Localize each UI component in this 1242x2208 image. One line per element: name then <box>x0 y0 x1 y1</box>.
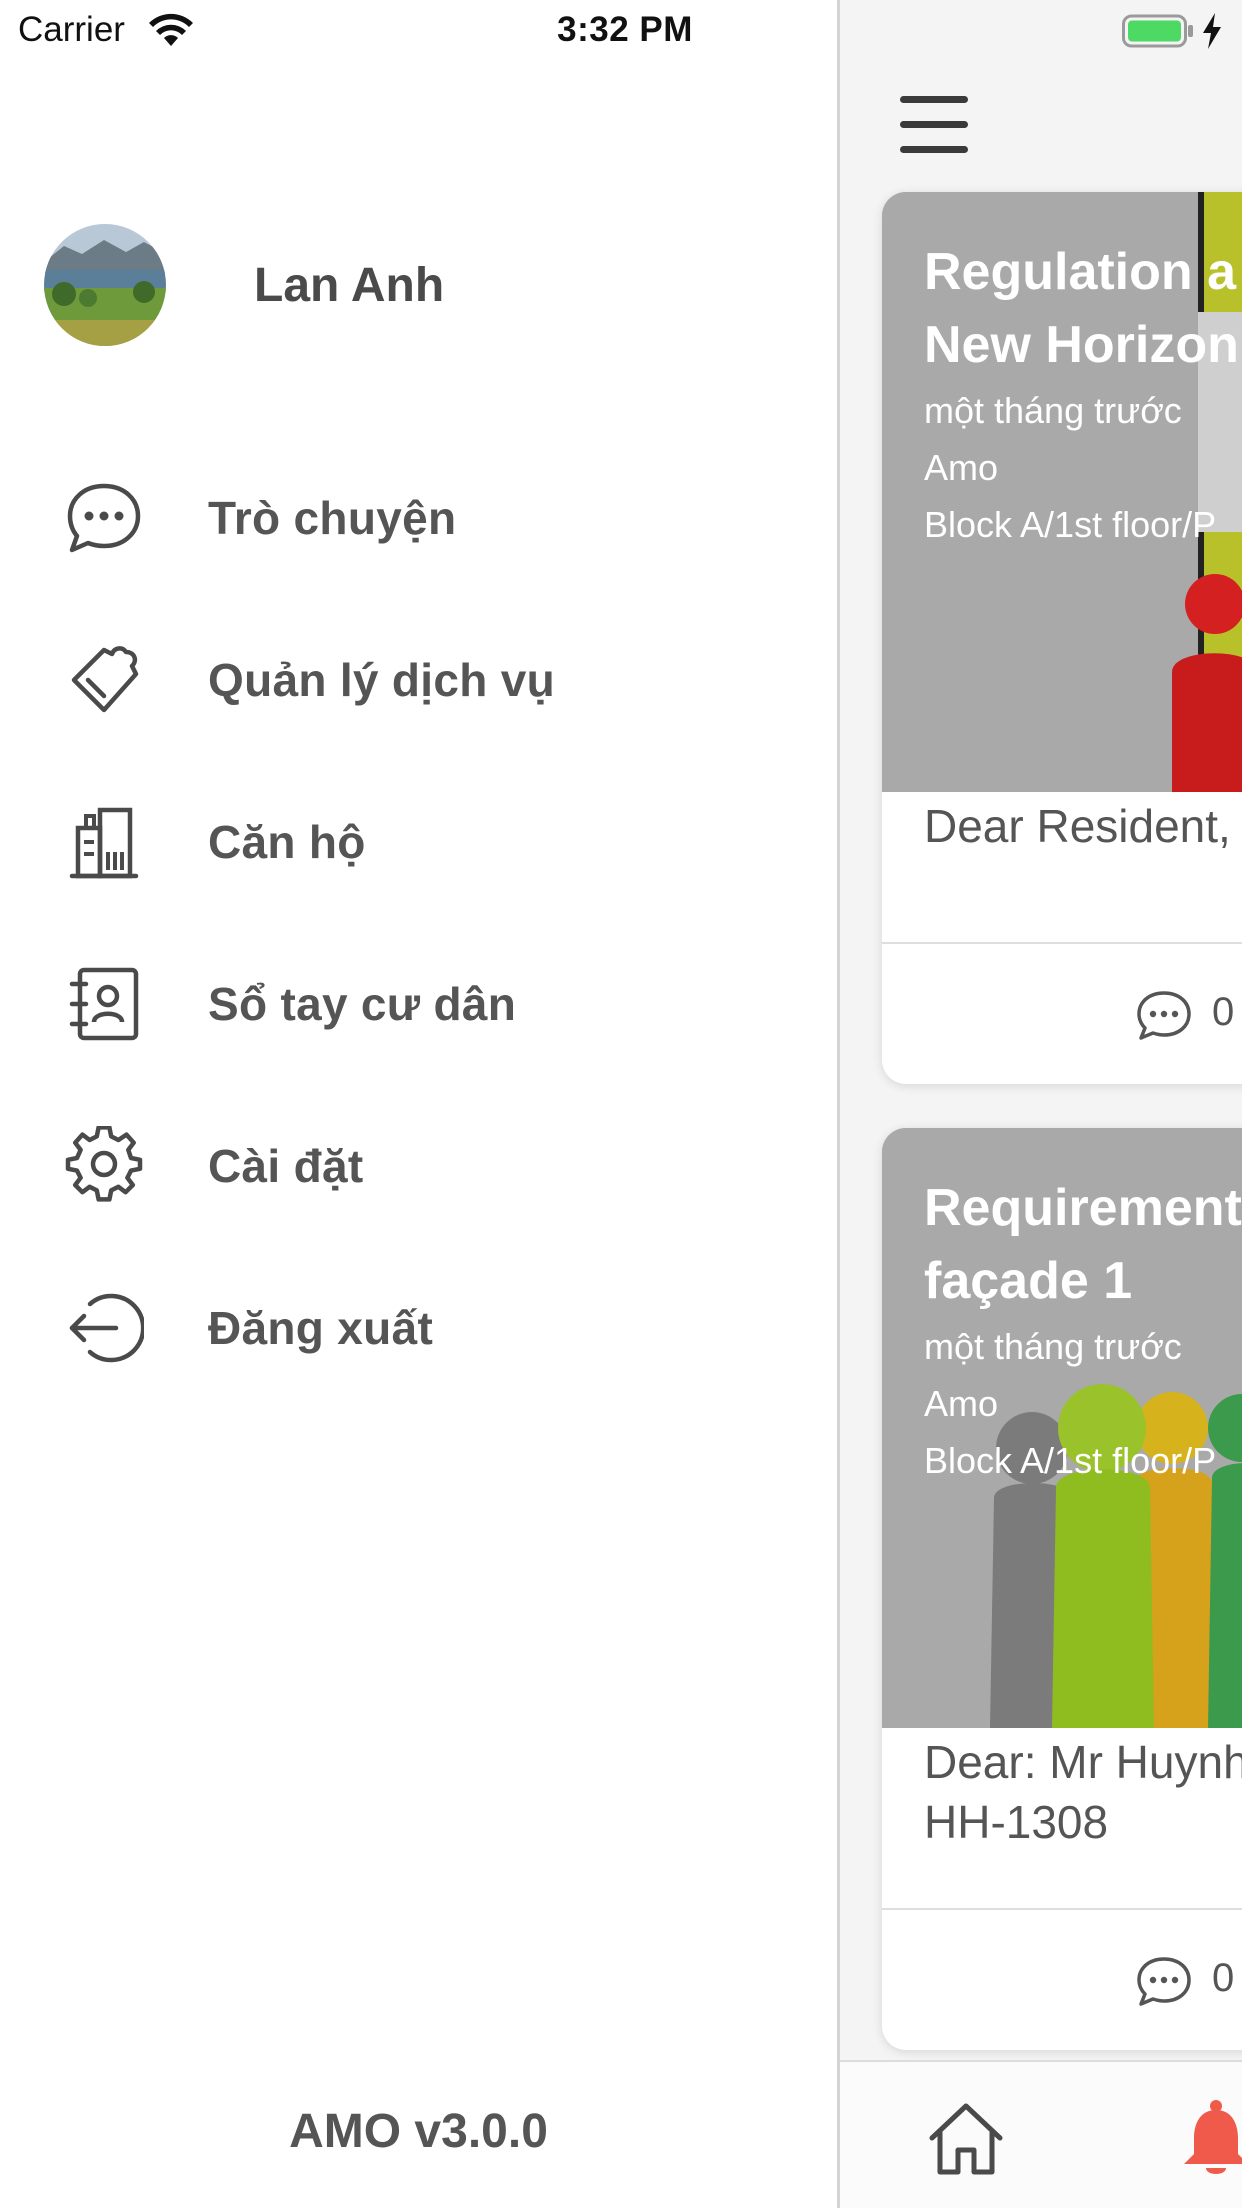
avatar[interactable] <box>44 224 166 346</box>
service-tag-icon <box>62 638 146 722</box>
menu-item-chat[interactable]: Trò chuyện <box>62 468 802 568</box>
menu-icon[interactable] <box>900 96 968 154</box>
card-title-line2: New Horizon <box>924 316 1239 374</box>
menu-label-chat: Trò chuyện <box>208 492 457 544</box>
charging-bolt-icon <box>1203 13 1221 49</box>
menu-label-handbook: Sổ tay cư dân <box>208 978 517 1030</box>
contacts-book-icon <box>62 962 146 1046</box>
card-title: Regulation a <box>924 243 1237 301</box>
card-body-line1: Dear: Mr Huynh <box>924 1736 1242 1788</box>
menu-item-logout[interactable]: Đăng xuất <box>62 1278 802 1378</box>
card-title: Requirement <box>924 1179 1242 1237</box>
menu-label-logout: Đăng xuất <box>208 1302 434 1354</box>
card-body: Dear Resident, <box>924 796 1231 856</box>
menu-item-services[interactable]: Quản lý dịch vụ <box>62 630 802 730</box>
comment-icon[interactable] <box>1136 990 1192 1040</box>
bottom-nav <box>840 2060 1242 2208</box>
menu-label-apartment: Căn hộ <box>208 816 366 868</box>
main-content: Regulation a New Horizon một tháng trước… <box>840 0 1242 2208</box>
card-footer: 0 <box>882 944 1242 1084</box>
card-footer: 0 <box>882 1910 1242 2050</box>
drawer-divider <box>837 0 840 2208</box>
comment-count: 0 <box>1212 990 1235 1034</box>
card-author: Amo <box>924 447 999 488</box>
card-time: một tháng trước <box>924 390 1182 431</box>
card-author: Amo <box>924 1383 999 1424</box>
card-time: một tháng trước <box>924 1326 1182 1367</box>
menu-item-settings[interactable]: Cài đặt <box>62 1116 802 1216</box>
news-card[interactable]: Regulation a New Horizon một tháng trước… <box>882 192 1242 1084</box>
menu-label-settings: Cài đặt <box>208 1140 364 1192</box>
landscape-photo <box>44 224 166 346</box>
app-version: AMO v3.0.0 <box>289 2105 548 2158</box>
card-location: Block A/1st floor/P <box>924 504 1217 545</box>
bell-icon[interactable] <box>1180 2098 1242 2178</box>
menu-item-apartment[interactable]: Căn hộ <box>62 792 802 892</box>
comment-count: 0 <box>1212 1956 1235 2000</box>
chat-icon <box>62 476 146 560</box>
card-body: Dear: Mr Huynh HH-1308 <box>924 1732 1242 1852</box>
menu-item-handbook[interactable]: Sổ tay cư dân <box>62 954 802 1054</box>
card-body-line1: Dear Resident, <box>924 800 1231 852</box>
gear-icon <box>62 1124 146 1208</box>
profile-header[interactable]: Lan Anh <box>44 224 444 346</box>
clock-time: 3:32 PM <box>557 10 693 49</box>
comment-icon[interactable] <box>1136 1956 1192 2006</box>
card-overlay: Regulation a New Horizon một tháng trước… <box>924 236 1242 553</box>
card-body-line2: HH-1308 <box>924 1796 1109 1848</box>
home-icon[interactable] <box>926 2100 1006 2178</box>
menu-label-services: Quản lý dịch vụ <box>208 654 556 706</box>
logout-icon <box>62 1286 146 1370</box>
profile-name: Lan Anh <box>254 258 445 312</box>
side-drawer: Lan Anh Trò chuyện Quản lý dịch vụ Căn h… <box>0 0 837 2208</box>
card-location: Block A/1st floor/P <box>924 1440 1217 1481</box>
card-overlay: Requirement façade 1 một tháng trước Amo… <box>924 1172 1242 1489</box>
building-icon <box>62 800 146 884</box>
battery-icon <box>1122 14 1193 48</box>
status-bar: Carrier 3:32 PM <box>0 0 1242 62</box>
card-title-line2: façade 1 <box>924 1252 1133 1310</box>
news-card[interactable]: Requirement façade 1 một tháng trước Amo… <box>882 1128 1242 2050</box>
